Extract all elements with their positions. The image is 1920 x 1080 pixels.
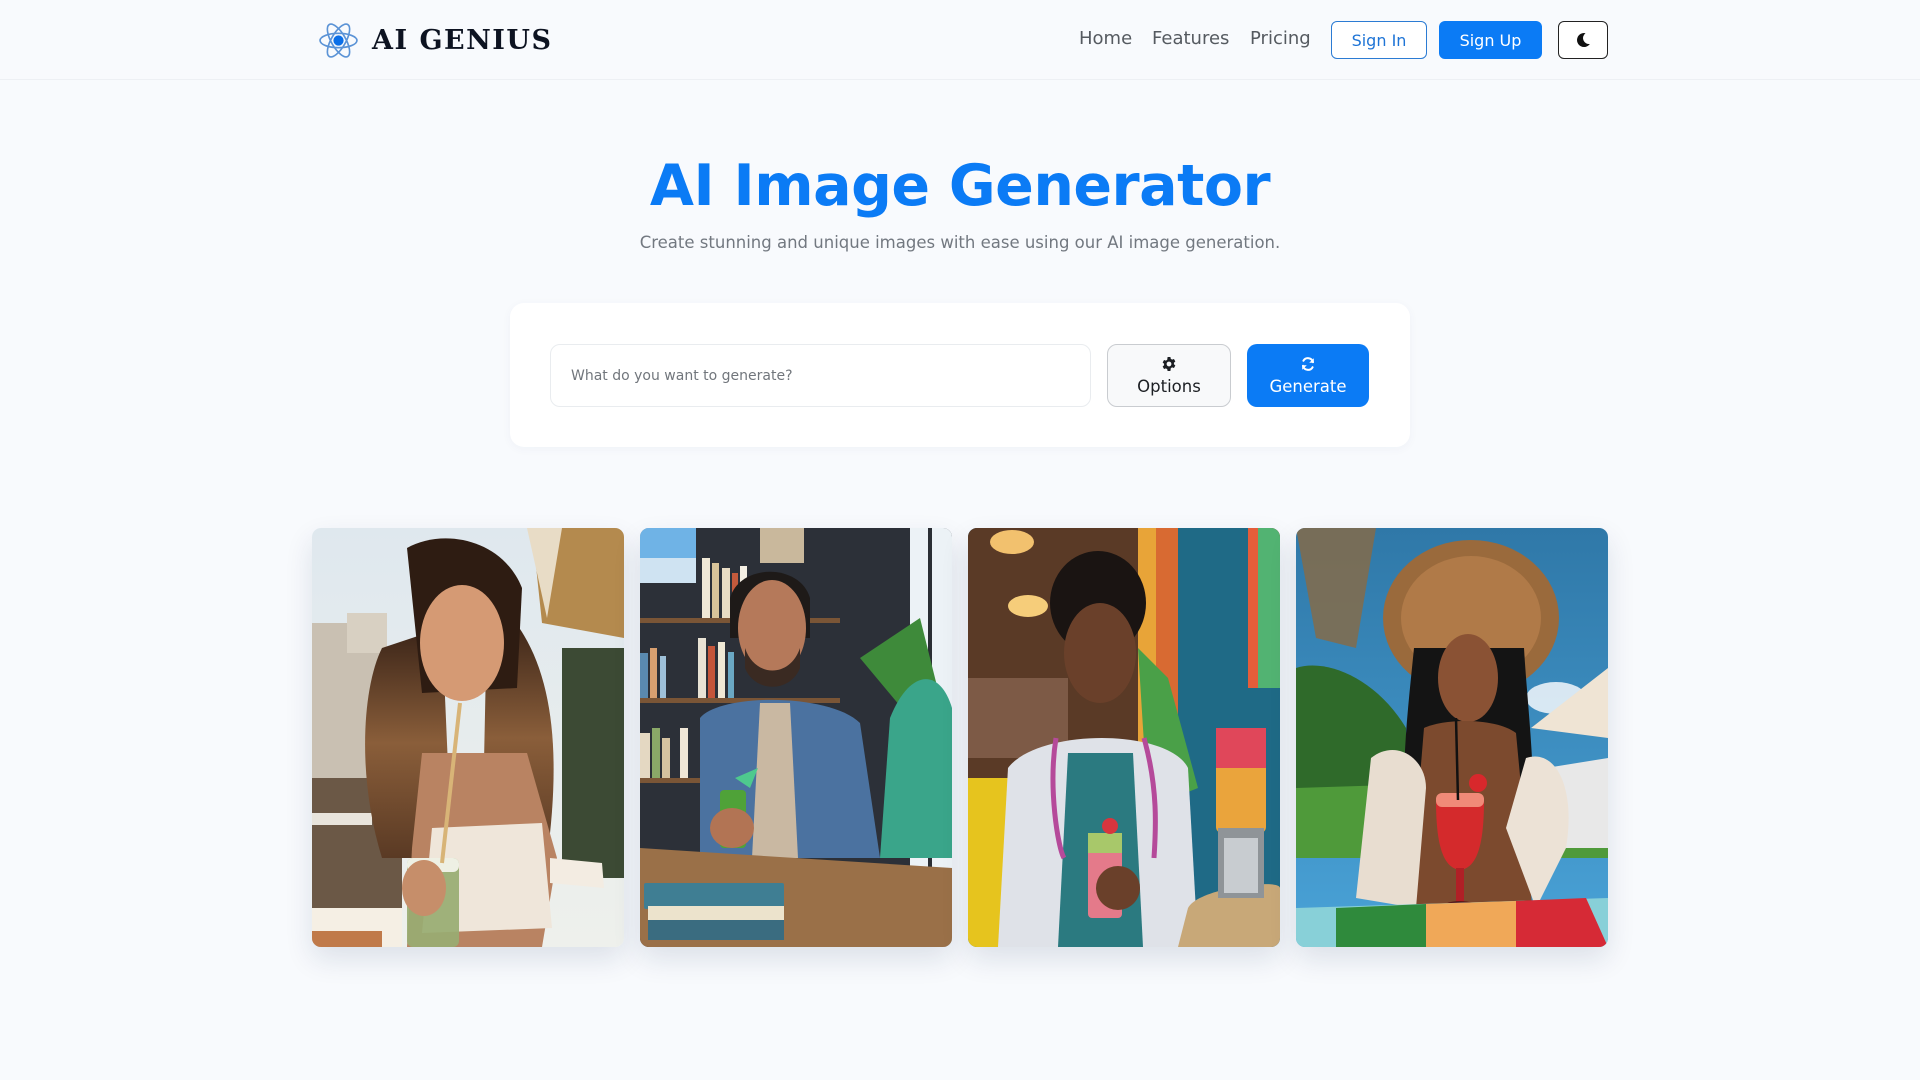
image-doctor-pink-smoothie <box>968 528 1280 947</box>
gallery-image-1[interactable] <box>312 528 624 947</box>
options-label: Options <box>1137 376 1201 396</box>
image-woman-green-smoothie <box>312 528 624 947</box>
refresh-icon <box>1302 356 1314 371</box>
gallery-image-4[interactable] <box>1296 528 1608 947</box>
generate-button[interactable]: Generate <box>1247 344 1369 407</box>
gear-icon <box>1162 356 1176 371</box>
sign-up-button[interactable]: Sign Up <box>1439 21 1542 59</box>
gallery-image-3[interactable] <box>968 528 1280 947</box>
atom-icon <box>319 22 358 58</box>
image-gallery <box>312 528 1608 947</box>
nav-features[interactable]: Features <box>1152 27 1229 51</box>
moon-icon <box>1577 33 1590 48</box>
brand-logo[interactable]: AI GENIUS <box>318 19 552 61</box>
options-button[interactable]: Options <box>1107 344 1231 407</box>
sign-in-button[interactable]: Sign In <box>1331 21 1427 59</box>
image-man-green-drink <box>640 528 952 947</box>
page-title: AI Image Generator <box>649 153 1271 219</box>
nav-home[interactable]: Home <box>1079 27 1132 51</box>
nav-pricing[interactable]: Pricing <box>1250 27 1311 51</box>
page-subtitle: Create stunning and unique images with e… <box>639 233 1281 252</box>
image-woman-red-smoothie <box>1296 528 1608 947</box>
prompt-card: Options Generate <box>510 303 1410 447</box>
site-header: AI GENIUS Home Features Pricing Sign In … <box>0 0 1920 80</box>
generate-label: Generate <box>1269 376 1347 396</box>
brand-name: AI GENIUS <box>372 24 553 56</box>
gallery-image-2[interactable] <box>640 528 952 947</box>
theme-toggle-button[interactable] <box>1558 21 1608 59</box>
prompt-input[interactable] <box>550 344 1091 407</box>
